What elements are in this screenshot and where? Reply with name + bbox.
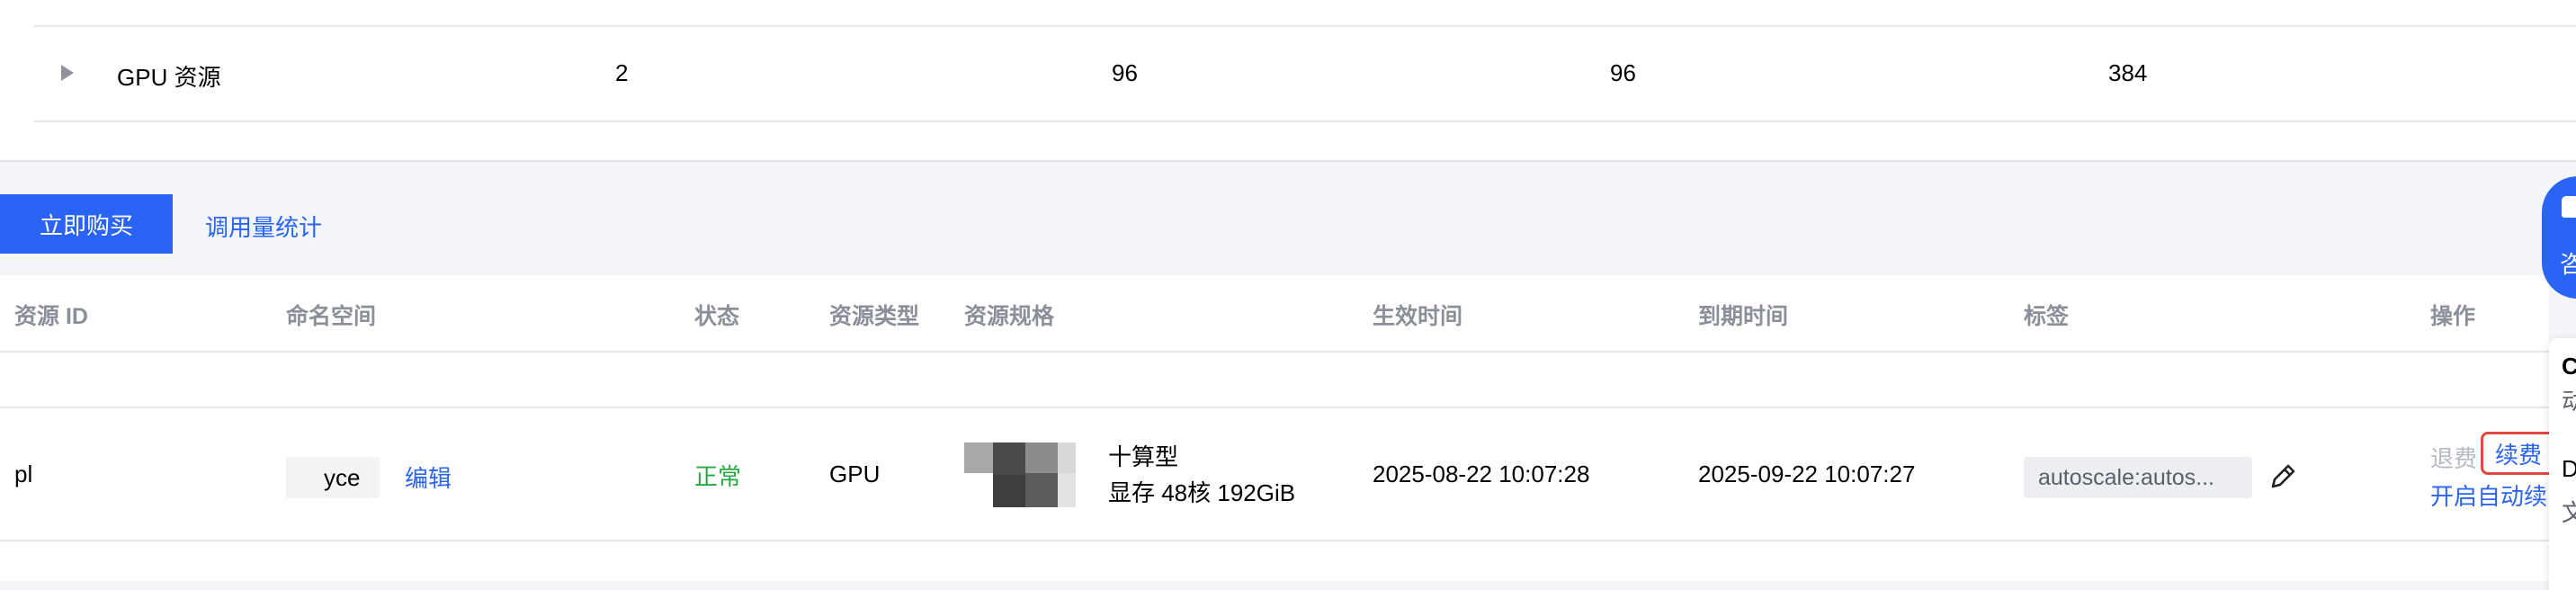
consult-icon (2562, 196, 2576, 218)
cell-resource-type: GPU (829, 460, 881, 487)
tag-chip: autoscale:autos... (2024, 457, 2252, 498)
side-panel-char-1: C (2562, 353, 2576, 380)
resource-table: 资源 ID 命名空间 状态 资源类型 资源规格 生效时间 到期时间 标签 操作 … (0, 275, 2556, 581)
redacted-spec-mosaic (964, 442, 1108, 507)
status-normal: 正常 (694, 463, 742, 490)
th-end-time: 到期时间 (1698, 304, 1789, 329)
gpu-summary-card: GPU 资源 2 96 96 384 (0, 0, 2576, 162)
expand-triangle-icon[interactable] (61, 65, 74, 81)
th-resource-type: 资源类型 (829, 304, 920, 329)
spec-line-1: 十算型 (1108, 443, 1179, 470)
row-divider-bottom (0, 540, 2549, 541)
th-actions: 操作 (2430, 304, 2476, 329)
row-divider-top (0, 407, 2549, 408)
side-panel-char-2: 动 (2562, 388, 2576, 415)
summary-col-5: 384 (2108, 59, 2148, 86)
header-divider (0, 351, 2549, 353)
edit-namespace-link[interactable]: 编辑 (405, 460, 452, 494)
th-namespace: 命名空间 (286, 304, 377, 329)
summary-row-gpu[interactable]: GPU 资源 2 96 96 384 (34, 27, 2576, 121)
summary-col-4: 96 (1610, 59, 1636, 86)
spec-line-2: 显存 48核 192GiB (1108, 479, 1296, 506)
cell-resource-id: pl (14, 460, 33, 487)
side-tool-panel: C 动 D 文 (2549, 338, 2576, 590)
th-tags: 标签 (2024, 304, 2070, 329)
cell-start-time: 2025-08-22 10:07:28 (1373, 460, 1590, 487)
summary-resource-name: GPU 资源 (117, 64, 221, 91)
namespace-value: yce (286, 457, 380, 498)
summary-divider-bottom (34, 121, 2576, 122)
th-resource-id: 资源 ID (14, 304, 88, 329)
cell-end-time: 2025-09-22 10:07:27 (1698, 460, 1916, 487)
th-start-time: 生效时间 (1373, 304, 1463, 329)
consult-float-button[interactable]: 咨 (2542, 176, 2576, 299)
renew-button[interactable]: 续费 (2481, 432, 2556, 475)
summary-col-3: 96 (1112, 59, 1138, 86)
enable-auto-renew-link[interactable]: 开启自动续 (2430, 478, 2547, 512)
th-status: 状态 (694, 304, 740, 329)
usage-stats-link[interactable]: 调用量统计 (205, 210, 322, 243)
pencil-edit-icon[interactable] (2267, 460, 2299, 493)
refund-action[interactable]: 退费 (2430, 441, 2477, 474)
side-panel-char-4[interactable]: 文 (2562, 495, 2576, 528)
summary-col-2: 2 (615, 59, 629, 86)
side-panel-char-3[interactable]: D (2562, 455, 2576, 483)
namespace-text: yce (324, 464, 361, 491)
buy-now-button[interactable]: 立即购买 (0, 194, 173, 254)
th-resource-spec: 资源规格 (964, 304, 1055, 329)
consult-label: 咨 (2560, 251, 2576, 278)
